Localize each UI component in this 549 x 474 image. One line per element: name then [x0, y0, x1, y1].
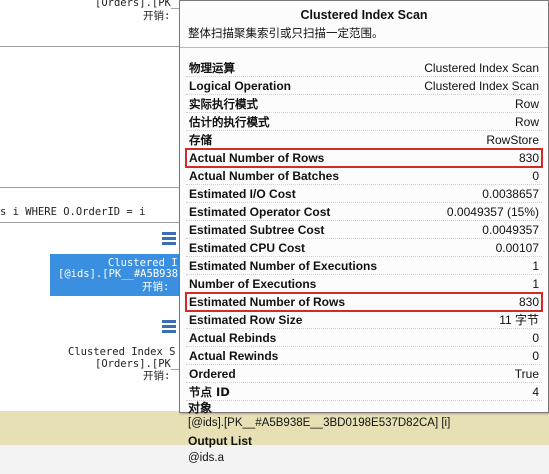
property-value: 830 — [518, 150, 539, 165]
property-label: Actual Number of Batches — [189, 168, 340, 183]
property-value: 830 — [518, 294, 539, 309]
property-row: Estimated I/O Cost 0.0038657 — [186, 185, 542, 203]
property-label: 估计的执行模式 — [189, 114, 270, 129]
property-label: Estimated Number of Rows — [189, 294, 346, 309]
property-value: Row — [514, 114, 539, 129]
property-list: 物理运算 Clustered Index Scan Logical Operatio… — [185, 59, 543, 401]
property-value: Clustered Index Scan — [424, 60, 539, 75]
property-row: Estimated Row Size 11 字节 — [186, 311, 542, 329]
property-value: 0.0038657 — [482, 186, 539, 201]
property-row: Estimated Number of Executions 1 — [186, 257, 542, 275]
divider — [0, 187, 179, 188]
tooltip-separator — [180, 47, 548, 48]
property-value: 0.00107 — [495, 240, 539, 255]
property-row: Logical Operation Clustered Index Scan — [186, 77, 542, 95]
property-row: Estimated Subtree Cost 0.0049357 — [186, 221, 542, 239]
operator-tooltip: Clustered Index Scan 整体扫描聚集索引或只扫描一定范围。 物… — [179, 0, 549, 464]
divider — [0, 46, 179, 47]
property-label: Logical Operation — [189, 78, 292, 93]
property-row: 存储 RowStore — [186, 131, 542, 149]
query-text: s i WHERE O.OrderID = i — [0, 206, 146, 218]
property-value: 0.0049357 — [482, 222, 539, 237]
property-label: 存储 — [189, 132, 212, 147]
property-value: 0 — [532, 330, 539, 345]
property-row: Actual Rewinds 0 — [186, 347, 542, 365]
output-list-heading: Output List — [188, 434, 252, 448]
property-label: Ordered — [189, 366, 236, 381]
property-label: Estimated I/O Cost — [189, 186, 296, 201]
property-label: Estimated Number of Executions — [189, 258, 378, 273]
property-row: 物理运算 Clustered Index Scan — [186, 59, 542, 77]
property-value: True — [514, 366, 539, 381]
clustered-index-scan-icon[interactable] — [160, 230, 178, 248]
property-label: Estimated Row Size — [189, 312, 303, 327]
property-label: Actual Rewinds — [189, 348, 279, 363]
property-value: 11 字节 — [499, 313, 539, 327]
property-label: Actual Number of Rows — [189, 150, 325, 165]
clustered-index-seek-icon[interactable] — [160, 318, 178, 336]
property-value: 1 — [532, 276, 539, 291]
property-value: 0.0049357 (15%) — [446, 204, 539, 219]
lower-node-operator: Clustered Index S — [68, 346, 176, 358]
property-label: 实际执行模式 — [189, 96, 258, 111]
property-value: Row — [514, 96, 539, 111]
property-label: Estimated Subtree Cost — [189, 222, 325, 237]
lower-node-cost: 开销: — [143, 370, 171, 382]
top-node-object: [Orders].[PK__ — [95, 0, 184, 9]
object-value: [@ids].[PK__#A5B938E__3BD0198E537D82CA] … — [188, 417, 451, 429]
tooltip-title: Clustered Index Scan — [300, 8, 428, 22]
tooltip-description: 整体扫描聚集索引或只扫描一定范围。 — [188, 26, 384, 40]
property-label: Estimated CPU Cost — [189, 240, 306, 255]
property-row: Estimated CPU Cost 0.00107 — [186, 239, 542, 257]
selected-node-object: [@ids].[PK__#A5B938 — [58, 268, 179, 280]
property-value: 0 — [532, 168, 539, 183]
property-row: Estimated Operator Cost 0.0049357 (15%) — [186, 203, 542, 221]
property-row: 节点 ID 4 — [186, 383, 542, 401]
selected-node-cost: 开销: — [142, 281, 170, 293]
footer-area — [0, 445, 549, 474]
property-row: 估计的执行模式 Row — [186, 113, 542, 131]
property-value: 0 — [532, 348, 539, 363]
property-label: 节点 ID — [189, 384, 230, 399]
property-row: Number of Executions 1 — [186, 275, 542, 293]
top-node-cost: 开销: — [143, 10, 171, 22]
lower-node-object: [Orders].[PK__ — [95, 358, 184, 370]
property-value: 1 — [532, 258, 539, 273]
property-label: 物理运算 — [189, 60, 235, 75]
property-value: RowStore — [486, 132, 539, 147]
divider — [0, 222, 179, 223]
property-row: Ordered True — [186, 365, 542, 383]
property-value: 4 — [532, 384, 539, 399]
property-row: Estimated Number of Rows 830 — [185, 292, 543, 312]
property-label: Estimated Operator Cost — [189, 204, 331, 219]
property-label: Number of Executions — [189, 276, 317, 291]
property-label: Actual Rebinds — [189, 330, 277, 345]
selected-plan-node[interactable]: Clustered I [@ids].[PK__#A5B938 开销: — [50, 254, 180, 296]
property-value: Clustered Index Scan — [424, 78, 539, 93]
object-heading: 对象 — [188, 401, 213, 415]
property-row: Actual Number of Batches 0 — [186, 167, 542, 185]
property-row: Actual Rebinds 0 — [186, 329, 542, 347]
property-row: 实际执行模式 Row — [186, 95, 542, 113]
property-row: Actual Number of Rows 830 — [185, 148, 543, 168]
output-list-value: @ids.a — [188, 452, 224, 464]
